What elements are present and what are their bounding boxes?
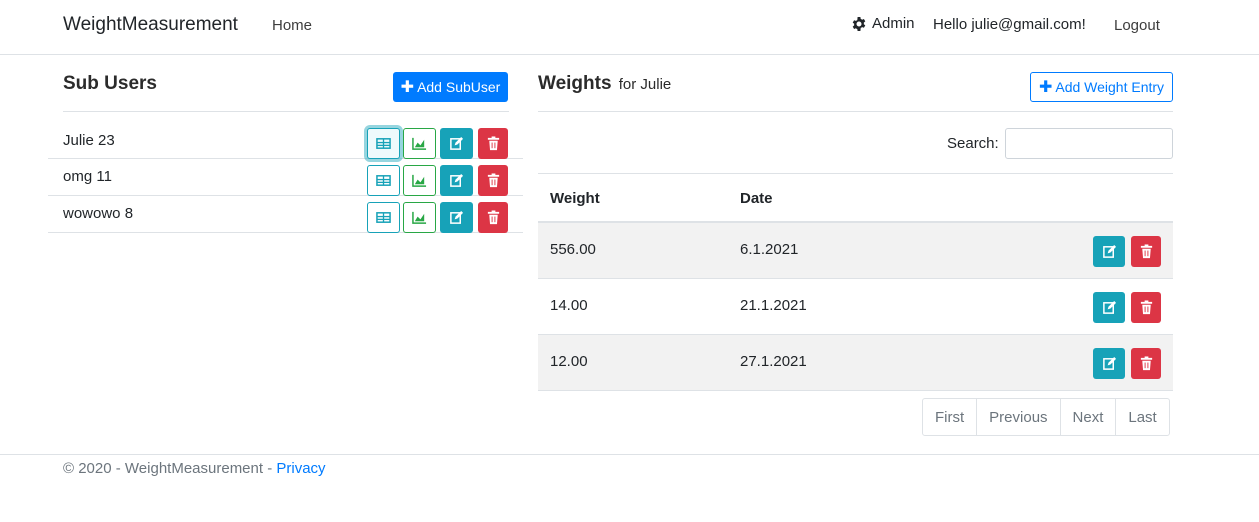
subuser-name[interactable]: wowowo 8 (63, 205, 133, 222)
subuser-row: wowowo 8 (48, 196, 523, 233)
divider (538, 111, 1173, 112)
trash-icon (1140, 300, 1152, 315)
table-header: Weight Date (538, 173, 1173, 223)
plus-icon: ✚ (1038, 79, 1053, 96)
edit-button[interactable] (1093, 348, 1125, 379)
edit-button[interactable] (440, 128, 473, 159)
search-label: Search: (947, 135, 999, 152)
page-first-button[interactable]: First (923, 399, 976, 435)
trash-icon (487, 136, 499, 151)
add-weight-entry-button[interactable]: ✚ Add Weight Entry (1030, 72, 1173, 102)
nav-admin-link[interactable]: Admin (851, 15, 915, 32)
edit-button[interactable] (1093, 236, 1125, 267)
cell-date: 6.1.2021 (740, 241, 799, 258)
chart-icon (412, 137, 427, 150)
navbar: WeightMeasurement Home Admin Hello julie… (0, 0, 1259, 55)
weights-table: Weight Date 556.00 6.1.2021 14.00 21.1.2… (538, 173, 1173, 391)
trash-icon (1140, 356, 1152, 371)
brand-link[interactable]: WeightMeasurement (63, 14, 238, 36)
table-icon (376, 175, 391, 186)
trash-icon (487, 173, 499, 188)
edit-icon (450, 210, 464, 224)
divider (63, 111, 509, 112)
delete-button[interactable] (1131, 292, 1161, 323)
delete-button[interactable] (478, 202, 508, 233)
edit-icon (1102, 356, 1116, 370)
view-chart-button[interactable] (403, 165, 436, 196)
cell-date: 27.1.2021 (740, 353, 807, 370)
subuser-row: Julie 23 (48, 122, 523, 159)
nav-admin-label: Admin (872, 15, 915, 32)
nav-hello-link[interactable]: Hello julie@gmail.com! (933, 16, 1086, 33)
privacy-link[interactable]: Privacy (276, 460, 325, 477)
view-table-button[interactable] (367, 165, 400, 196)
plus-icon: ✚ (400, 79, 415, 96)
weights-heading: Weights (538, 73, 612, 94)
view-table-button[interactable] (367, 202, 400, 233)
add-weight-entry-label: Add Weight Entry (1055, 79, 1165, 95)
edit-icon (450, 136, 464, 150)
delete-button[interactable] (478, 128, 508, 159)
page-next-button[interactable]: Next (1059, 399, 1116, 435)
view-table-button[interactable] (367, 128, 400, 159)
table-row: 556.00 6.1.2021 (538, 223, 1173, 279)
edit-button[interactable] (440, 165, 473, 196)
edit-button[interactable] (1093, 292, 1125, 323)
delete-button[interactable] (1131, 348, 1161, 379)
table-row: 12.00 27.1.2021 (538, 335, 1173, 391)
cell-date: 21.1.2021 (740, 297, 807, 314)
gear-icon (852, 16, 866, 31)
weights-title: Weights for Julie (538, 73, 671, 95)
edit-icon (1102, 300, 1116, 314)
chart-icon (412, 211, 427, 224)
trash-icon (487, 210, 499, 225)
cell-weight: 14.00 (550, 297, 588, 314)
column-header-weight[interactable]: Weight (550, 190, 600, 207)
pagination: First Previous Next Last (922, 398, 1170, 436)
table-row: 14.00 21.1.2021 (538, 279, 1173, 335)
page-last-button[interactable]: Last (1115, 399, 1168, 435)
subuser-name[interactable]: omg 11 (63, 168, 112, 185)
column-header-date[interactable]: Date (740, 190, 773, 207)
search-input[interactable] (1005, 128, 1173, 159)
view-chart-button[interactable] (403, 128, 436, 159)
edit-icon (1102, 244, 1116, 258)
nav-logout-link[interactable]: Logout (1114, 17, 1160, 34)
cell-weight: 556.00 (550, 241, 596, 258)
add-subuser-button[interactable]: ✚ Add SubUser (393, 72, 508, 102)
view-chart-button[interactable] (403, 202, 436, 233)
trash-icon (1140, 244, 1152, 259)
nav-home-link[interactable]: Home (272, 17, 312, 34)
delete-button[interactable] (478, 165, 508, 196)
subuser-row: omg 11 (48, 159, 523, 196)
cell-weight: 12.00 (550, 353, 588, 370)
footer-text: © 2020 - WeightMeasurement - Privacy (63, 460, 326, 477)
page-previous-button[interactable]: Previous (976, 399, 1059, 435)
subuser-name[interactable]: Julie 23 (63, 132, 115, 149)
table-icon (376, 138, 391, 149)
chart-icon (412, 174, 427, 187)
footer: © 2020 - WeightMeasurement - Privacy (0, 454, 1259, 477)
footer-copyright: © 2020 - WeightMeasurement - (63, 460, 277, 477)
delete-button[interactable] (1131, 236, 1161, 267)
table-icon (376, 212, 391, 223)
weights-subtitle: for Julie (618, 76, 672, 93)
add-subuser-label: Add SubUser (417, 79, 501, 95)
edit-button[interactable] (440, 202, 473, 233)
subusers-title: Sub Users (63, 73, 157, 94)
edit-icon (450, 173, 464, 187)
